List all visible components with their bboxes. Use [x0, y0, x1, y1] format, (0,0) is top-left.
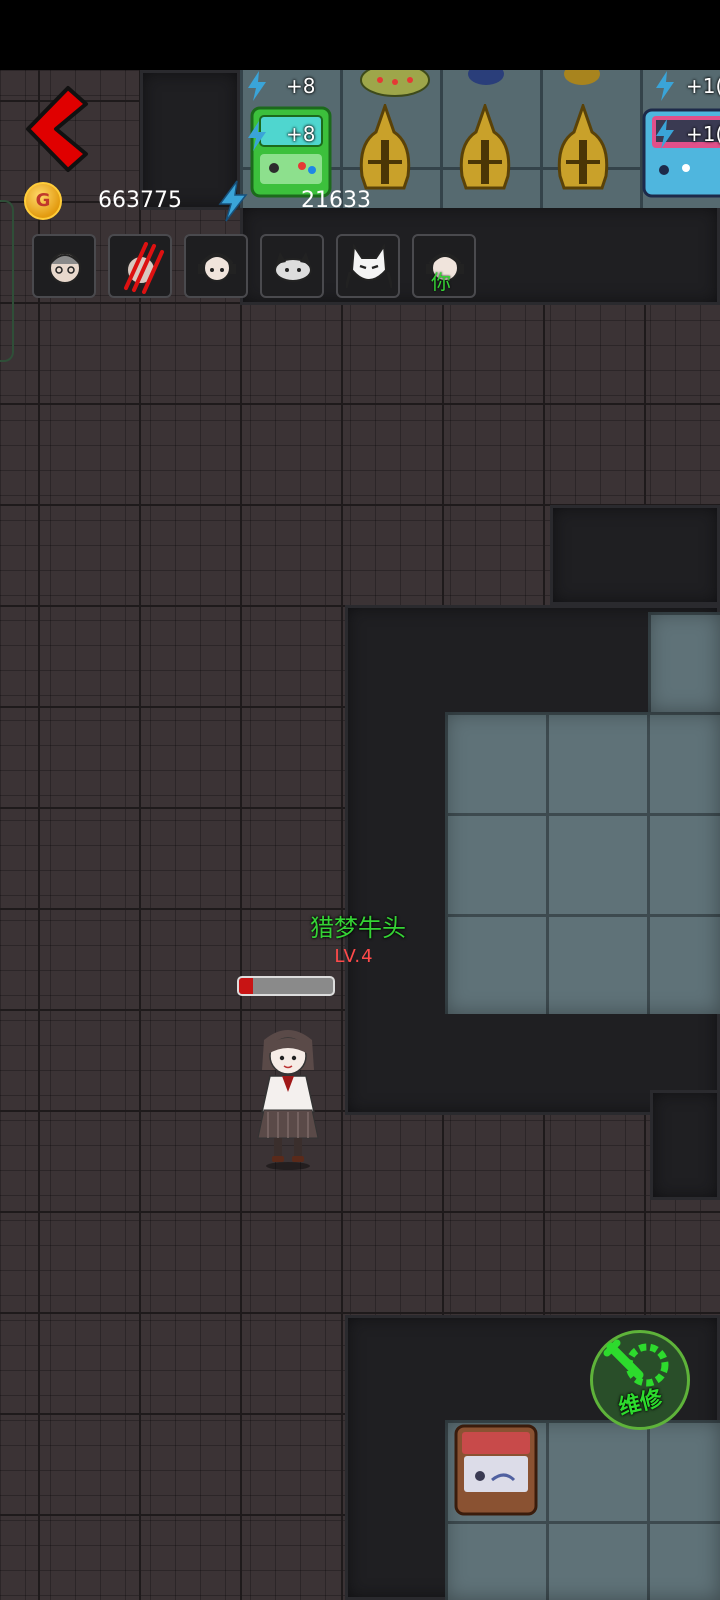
avatar-slot[interactable]: [336, 234, 400, 298]
player-level: LV.4: [334, 946, 374, 967]
grandma-avatar-icon: [49, 252, 81, 284]
energy-amount: 21633: [301, 188, 371, 213]
partial-item-icon: [360, 66, 430, 97]
player-character[interactable]: [248, 1020, 328, 1170]
gold-amount: 663775: [98, 188, 182, 213]
lightning-icon: [248, 71, 266, 101]
green-arcade-machine-icon[interactable]: [250, 106, 332, 198]
player-hp-bar: [237, 976, 335, 996]
avatar-slot[interactable]: [108, 234, 172, 298]
badge-text: +1(: [686, 74, 720, 98]
golden-helmet-icon[interactable]: [456, 104, 514, 190]
fox-mask-avatar-icon: [346, 243, 392, 289]
gold-coin-icon: G: [24, 182, 62, 220]
repair-button[interactable]: 维修: [590, 1330, 690, 1430]
player-hp-fill: [239, 978, 254, 994]
lightning-icon: [218, 180, 248, 222]
cat-face-avatar-icon: [274, 252, 312, 282]
badge-text: +8: [286, 74, 316, 98]
player-name: 猎梦牛头: [310, 914, 406, 942]
scratched-avatar-icon: [124, 242, 164, 294]
golden-helmet-icon[interactable]: [554, 104, 612, 190]
room-main: [445, 712, 720, 1014]
wall-right-block: [550, 505, 720, 605]
wall-right-mid: [650, 1090, 720, 1200]
back-arrow-icon[interactable]: [22, 84, 92, 174]
golden-helmet-icon[interactable]: [356, 104, 414, 190]
avatar-slot[interactable]: [260, 234, 324, 298]
avatar-slot[interactable]: [184, 234, 248, 298]
avatar-slot[interactable]: [32, 234, 96, 298]
pink-arcade-machine-icon[interactable]: [642, 108, 720, 200]
status-bar: [0, 0, 720, 70]
room-top-right: [648, 612, 720, 712]
girl-headphones-avatar-icon: [198, 253, 236, 282]
avatar-slot[interactable]: 你: [412, 234, 476, 298]
lightning-icon: [656, 71, 674, 101]
you-tag: 你: [431, 270, 451, 294]
side-drawer-tab[interactable]: [0, 200, 14, 362]
arcade-machine-icon[interactable]: [452, 1422, 540, 1518]
